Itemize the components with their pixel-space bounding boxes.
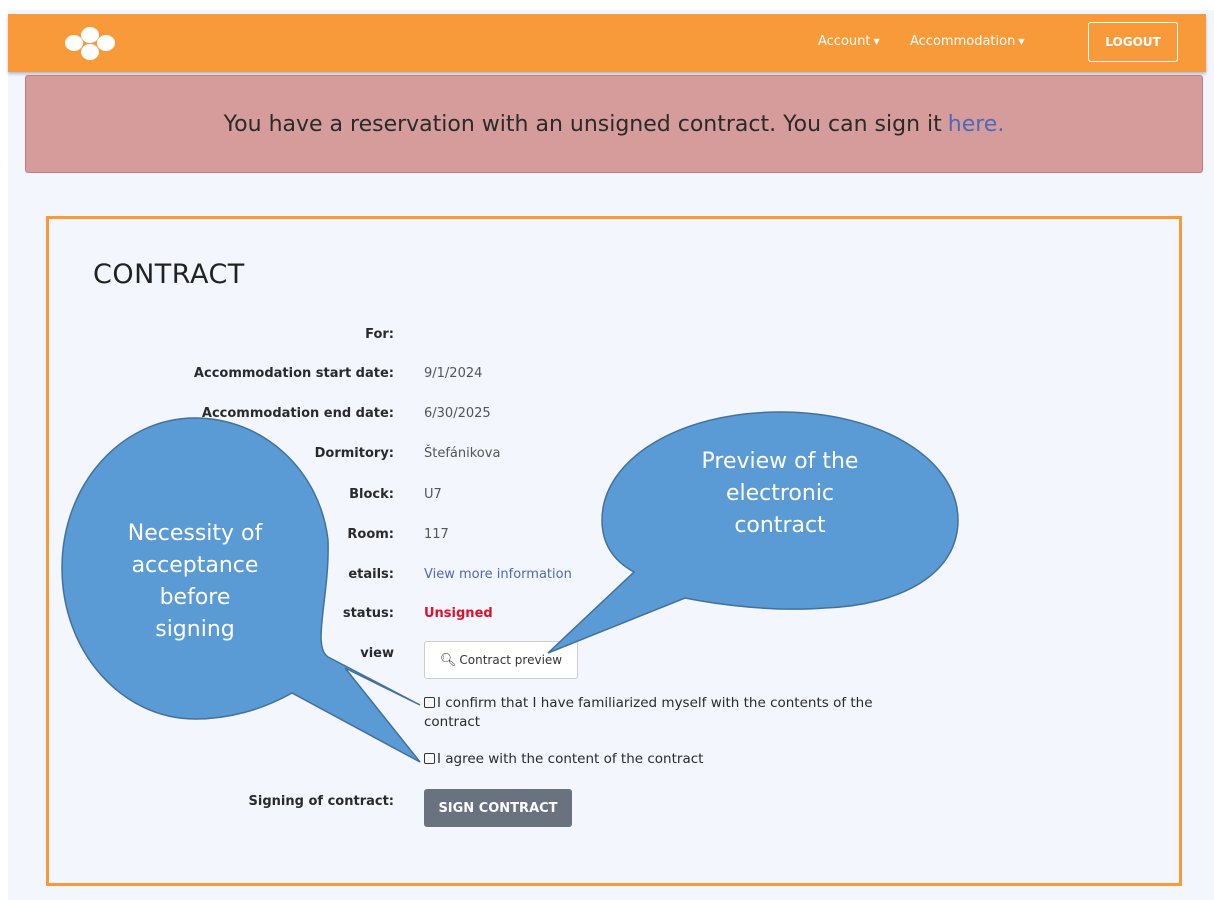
logo-icon[interactable] bbox=[60, 26, 120, 60]
dormitory-value: Štefánikova bbox=[424, 446, 501, 461]
preview-label: view bbox=[360, 646, 394, 661]
room-value: 117 bbox=[424, 527, 449, 542]
unsigned-contract-alert: You have a reservation with an unsigned … bbox=[25, 75, 1203, 173]
dormitory-label: Dormitory: bbox=[314, 446, 394, 461]
agree-content-row: I agree with the content of the contract bbox=[424, 750, 884, 769]
logout-button[interactable]: LOGOUT bbox=[1088, 22, 1178, 62]
left-callout-line: acceptance bbox=[131, 553, 259, 578]
top-navbar: Account ▼ Accommodation ▼ LOGOUT bbox=[8, 14, 1206, 72]
contract-preview-button[interactable]: 🔍︎ Contract preview bbox=[424, 641, 578, 679]
block-value: U7 bbox=[424, 487, 442, 502]
room-label: Room: bbox=[347, 527, 394, 542]
alert-sign-link[interactable]: here. bbox=[948, 112, 1005, 137]
nav-account-label: Account bbox=[818, 34, 871, 49]
details-label: etails: bbox=[348, 567, 394, 582]
alert-text: You have a reservation with an unsigned … bbox=[223, 111, 942, 137]
contract-preview-label: Contract preview bbox=[459, 653, 563, 667]
right-callout-line: contract bbox=[734, 513, 826, 538]
start-date-label: Accommodation start date: bbox=[193, 366, 394, 381]
agree-content-checkbox[interactable] bbox=[424, 753, 435, 764]
nav-account-menu[interactable]: Account ▼ bbox=[818, 34, 880, 49]
end-date-value: 6/30/2025 bbox=[424, 406, 491, 421]
agree-content-label: I agree with the content of the contract bbox=[437, 751, 704, 767]
right-callout-line: electronic bbox=[725, 481, 835, 506]
nav-accommodation-label: Accommodation bbox=[910, 34, 1016, 49]
caret-down-icon: ▼ bbox=[1018, 37, 1025, 46]
confirm-familiarized-row: I confirm that I have familiarized mysel… bbox=[424, 694, 884, 732]
search-icon: 🔍︎ bbox=[439, 652, 457, 668]
left-callout-line: signing bbox=[155, 617, 235, 642]
left-callout-text: Necessity of acceptance before signing bbox=[110, 518, 280, 646]
confirm-familiarized-checkbox[interactable] bbox=[424, 697, 435, 708]
right-callout-line: Preview of the bbox=[701, 449, 859, 474]
signing-label: Signing of contract: bbox=[248, 794, 394, 809]
nav-accommodation-menu[interactable]: Accommodation ▼ bbox=[910, 34, 1024, 49]
status-label: status: bbox=[342, 606, 394, 621]
confirm-familiarized-label: I confirm that I have familiarized mysel… bbox=[424, 695, 873, 730]
right-callout-text: Preview of the electronic contract bbox=[680, 446, 880, 542]
for-label: For: bbox=[365, 327, 394, 342]
view-more-info-link[interactable]: View more information bbox=[424, 567, 572, 582]
caret-down-icon: ▼ bbox=[873, 37, 880, 46]
block-label: Block: bbox=[349, 487, 394, 502]
page-title: CONTRACT bbox=[93, 259, 245, 290]
sign-contract-button[interactable]: SIGN CONTRACT bbox=[424, 789, 572, 827]
start-date-value: 9/1/2024 bbox=[424, 366, 483, 381]
left-callout-line: before bbox=[159, 585, 231, 610]
end-date-label: Accommodation end date: bbox=[201, 406, 394, 421]
status-badge: Unsigned bbox=[424, 606, 493, 621]
left-callout-line: Necessity of bbox=[127, 521, 263, 546]
